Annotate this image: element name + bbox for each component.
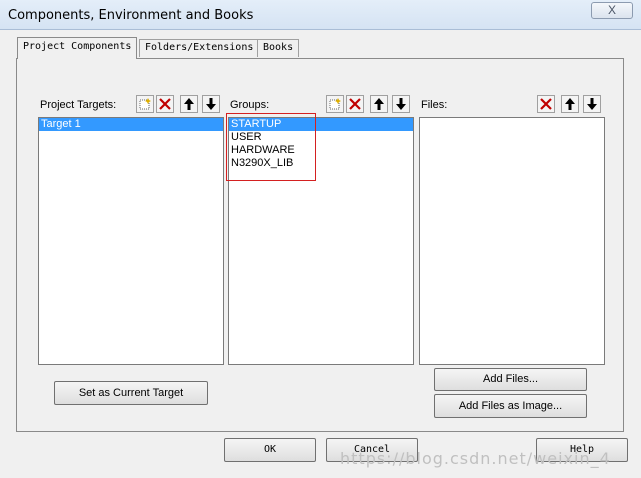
ok-button[interactable]: OK	[224, 438, 316, 462]
files-label: Files:	[421, 99, 448, 111]
move-up-target-button[interactable]	[180, 95, 198, 113]
delete-file-button[interactable]	[537, 95, 555, 113]
new-target-button[interactable]	[136, 95, 154, 113]
new-item-icon	[329, 98, 341, 110]
delete-icon	[540, 98, 552, 110]
delete-icon	[159, 98, 171, 110]
set-current-target-button[interactable]: Set as Current Target	[54, 381, 208, 405]
watermark-text: https://blog.csdn.net/weixin_4	[340, 449, 611, 468]
move-up-file-button[interactable]	[561, 95, 579, 113]
move-down-icon	[206, 98, 216, 110]
move-down-icon	[587, 98, 597, 110]
move-down-icon	[396, 98, 406, 110]
move-up-icon	[184, 98, 194, 110]
targets-label: Project Targets:	[40, 99, 117, 111]
new-item-icon	[139, 98, 151, 110]
groups-header: Groups:	[228, 95, 414, 115]
move-down-group-button[interactable]	[392, 95, 410, 113]
list-item[interactable]: Target 1	[39, 118, 223, 131]
delete-target-button[interactable]	[156, 95, 174, 113]
targets-header: Project Targets:	[38, 95, 224, 115]
move-down-target-button[interactable]	[202, 95, 220, 113]
groups-label: Groups:	[230, 99, 270, 111]
annotation-highlight-box	[226, 113, 316, 181]
move-down-file-button[interactable]	[583, 95, 601, 113]
move-up-icon	[374, 98, 384, 110]
add-files-as-image-button[interactable]: Add Files as Image...	[434, 394, 587, 418]
move-up-group-button[interactable]	[370, 95, 388, 113]
delete-icon	[349, 98, 361, 110]
files-header: Files:	[419, 95, 605, 115]
targets-list[interactable]: Target 1	[38, 117, 224, 365]
new-group-button[interactable]	[326, 95, 344, 113]
delete-group-button[interactable]	[346, 95, 364, 113]
files-list[interactable]	[419, 117, 605, 365]
add-files-button[interactable]: Add Files...	[434, 368, 587, 391]
move-up-icon	[565, 98, 575, 110]
